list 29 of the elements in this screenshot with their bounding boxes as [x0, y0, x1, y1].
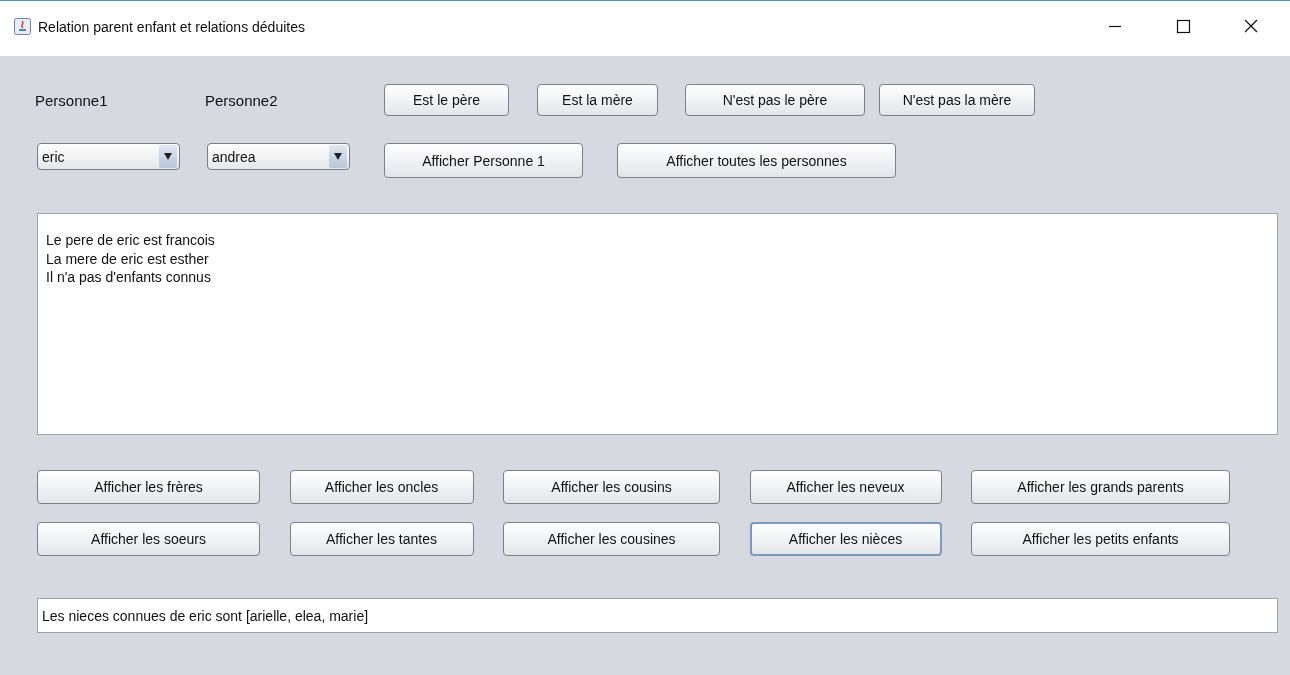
relation-button[interactable]: Afficher les neveux [749, 470, 942, 504]
person-label: Personne1 [35, 92, 109, 111]
dropdown-arrow-icon [164, 153, 172, 160]
relation-button[interactable]: Afficher les tantes [289, 522, 474, 556]
relation-button[interactable]: Afficher les cousines [503, 522, 720, 556]
relation-button[interactable]: Afficher les oncles [289, 470, 474, 504]
output-text-area[interactable]: Le pere de eric est francois La mere de eric est esther Il n'a pas d'enfants connus [37, 213, 1278, 435]
relation-button[interactable]: Afficher les grands parents [971, 470, 1230, 504]
relation-button[interactable]: Afficher les frères [37, 470, 260, 504]
dropdown-arrow-icon [334, 153, 342, 160]
action-button[interactable]: Afficher Personne 1 [384, 143, 583, 178]
action-button[interactable]: Afficher toutes les personnes [617, 143, 896, 178]
relation-button[interactable]: Afficher les nièces [749, 522, 942, 556]
result-field[interactable]: Les nieces connues de eric sont [arielle, elea, marie] [37, 598, 1278, 633]
action-button[interactable]: Est le père [384, 84, 509, 116]
window-title: Relation parent enfant et relations déduites [38, 18, 305, 35]
action-button[interactable]: N'est pas la mère [879, 84, 1035, 116]
relation-button[interactable]: Afficher les cousins [503, 470, 720, 504]
action-button[interactable]: Est la mère [537, 84, 658, 116]
person-dropdown[interactable]: eric [37, 143, 180, 170]
relation-button[interactable]: Afficher les soeurs [37, 522, 260, 556]
action-button[interactable]: N'est pas le père [685, 84, 865, 116]
person-label: Personne2 [205, 92, 279, 111]
app-icon [14, 18, 31, 35]
relation-button[interactable]: Afficher les petits enfants [971, 522, 1230, 556]
output-line: Il n'a pas d'enfants connus [46, 268, 212, 287]
output-line: Le pere de eric est francois [46, 231, 216, 250]
output-line: La mere de eric est esther [46, 249, 210, 268]
person-dropdown[interactable]: andrea [207, 143, 350, 170]
